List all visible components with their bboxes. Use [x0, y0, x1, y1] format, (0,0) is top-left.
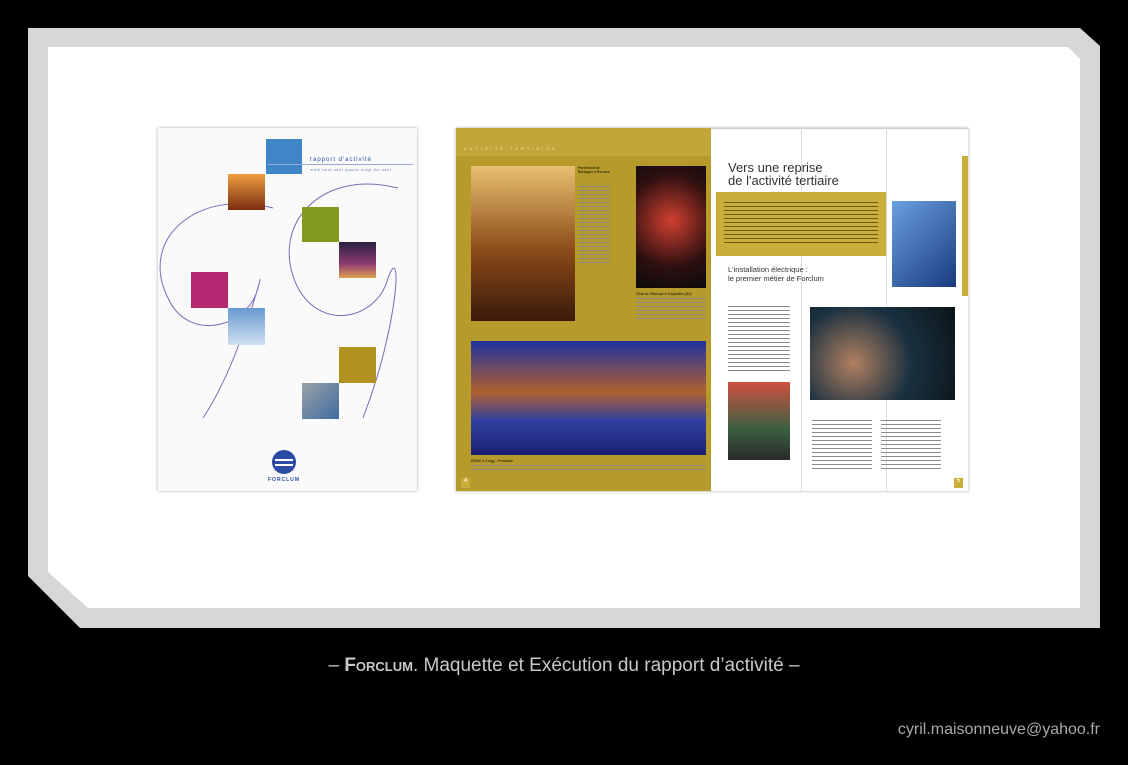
page-number-right: 5	[954, 478, 963, 488]
section-band: ACTIVITÉ TERTIAIRE	[464, 146, 558, 151]
body-text	[728, 306, 790, 372]
forclum-logo-icon	[272, 450, 296, 474]
cover-subtitle: mille neuf cent quatre vingt dix neuf	[310, 167, 392, 172]
airplane-photo	[228, 174, 265, 210]
blue-square	[266, 139, 302, 174]
heading-line-2: de l'activité tertiaire	[728, 173, 839, 188]
interior-photo	[728, 382, 790, 460]
contact-email: cyril.maisonneuve@yahoo.fr	[897, 721, 1100, 738]
caption-prefix: –	[328, 655, 345, 676]
brochure-cover: rapport d'activité mille neuf cent quatr…	[158, 128, 417, 491]
intro-box	[716, 192, 886, 256]
cow-exhibit-photo	[810, 307, 955, 400]
club-europe-text	[636, 298, 706, 320]
quote-mark-outline	[159, 183, 399, 419]
brochure-spread: ACTIVITÉ TERTIAIRE Parlement de Bretagne…	[456, 128, 968, 491]
club-europe-photo	[636, 166, 706, 288]
page-number-left: 4	[461, 478, 470, 488]
intro-text	[724, 202, 878, 246]
parlement-text	[578, 186, 610, 266]
parlement-caption: Parlement de Bretagne à Rennes	[578, 166, 610, 174]
column-text-2	[881, 420, 941, 470]
auditorium-photo	[471, 341, 706, 455]
caption-brand: Forclum	[344, 655, 413, 676]
spread-subheading: L'installation électrique : le premier m…	[728, 265, 824, 283]
column-text-1	[812, 420, 872, 470]
edmc-caption: EDMC à Cergy - Pontoise	[471, 459, 514, 463]
spread-heading: Vers une reprise de l'activité tertiaire	[728, 161, 839, 187]
subheading-line-2: le premier métier de Forclum	[728, 274, 824, 283]
technician-photo	[302, 383, 339, 419]
title-rule	[268, 164, 413, 165]
club-europe-caption: Club de l'Europe à Coquelles (62)	[636, 292, 692, 296]
green-square	[302, 207, 339, 242]
magenta-square	[191, 272, 228, 308]
left-page: ACTIVITÉ TERTIAIRE Parlement de Bretagne…	[456, 128, 711, 491]
cover-title: rapport d'activité	[310, 157, 372, 163]
caption-text: . Maquette et Exécution du rapport d’act…	[412, 655, 800, 676]
cover-logo-text: FORCLUM	[268, 477, 300, 483]
wind-turbine-photo	[228, 308, 265, 345]
fountain-photo	[339, 242, 376, 278]
building-photo	[892, 201, 956, 287]
slide-caption: – Forclum. Maquette et Exécution du rapp…	[0, 655, 1128, 677]
ochre-square	[339, 347, 376, 383]
parlement-photo	[471, 166, 575, 321]
subheading-line-1: L'installation électrique :	[728, 265, 808, 274]
edmc-text	[471, 465, 706, 473]
